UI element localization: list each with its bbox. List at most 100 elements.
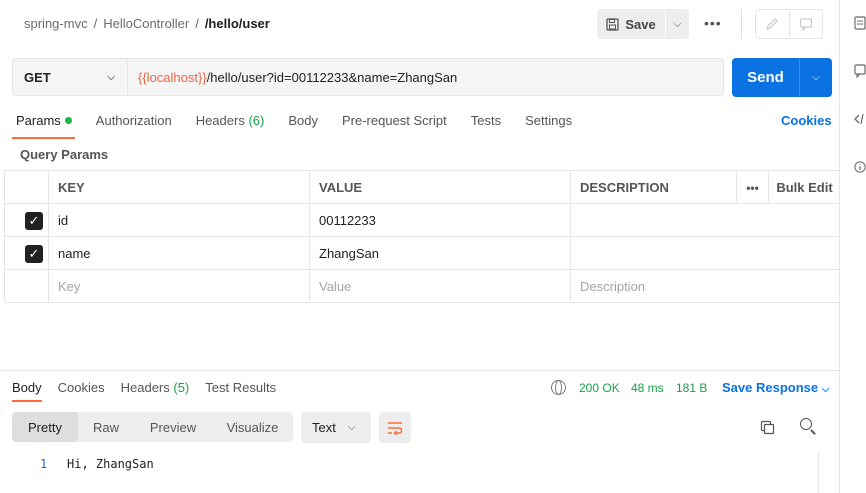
- column-options-button[interactable]: •••: [736, 171, 768, 204]
- globe-icon[interactable]: [551, 380, 566, 395]
- copy-icon[interactable]: [760, 420, 775, 438]
- tab-response-body[interactable]: Body: [12, 380, 42, 395]
- tab-label: Headers: [120, 380, 170, 395]
- new-key-input[interactable]: Key: [48, 270, 309, 303]
- tab-pre-request-script[interactable]: Pre-request Script: [342, 113, 447, 128]
- save-response-button[interactable]: Save Response ⌵: [722, 380, 829, 395]
- active-tab-indicator: [12, 137, 75, 139]
- search-icon[interactable]: [800, 418, 812, 430]
- divider: [741, 9, 742, 39]
- table-row: ✓ id 00112233: [5, 204, 840, 237]
- tab-response-headers[interactable]: Headers (5): [121, 380, 190, 395]
- send-options-button[interactable]: ⌵: [799, 58, 832, 97]
- table-row-new: Key Value Description: [5, 270, 840, 303]
- request-tabs: Params Authorization Headers (6) Body Pr…: [16, 113, 596, 128]
- tab-authorization[interactable]: Authorization: [96, 113, 172, 128]
- tab-count: (6): [248, 113, 265, 128]
- code-line: Hi, ZhangSan: [67, 457, 154, 471]
- response-tabs: Body Cookies Headers (5) Test Results: [12, 380, 292, 395]
- checkmark-icon: ✓: [28, 246, 40, 261]
- view-mode-toggle: [755, 9, 823, 39]
- tab-label: Pre-request Script: [341, 113, 447, 128]
- param-value-input[interactable]: 00112233: [309, 204, 570, 237]
- format-pretty[interactable]: Pretty: [12, 412, 78, 442]
- param-description-input[interactable]: [570, 204, 736, 237]
- url-input[interactable]: {{localhost}}/hello/user?id=00112233&nam…: [128, 58, 724, 96]
- breadcrumb-collection[interactable]: spring-mvc: [24, 16, 88, 31]
- comments-icon[interactable]: [854, 64, 866, 79]
- response-divider[interactable]: [0, 370, 840, 371]
- wrap-lines-button[interactable]: [379, 412, 411, 443]
- url-path: /hello/user?id=00112233&name=ZhangSan: [206, 69, 458, 85]
- save-options-button[interactable]: ⌵: [665, 9, 689, 39]
- chevron-down-icon: ⌵: [812, 72, 820, 83]
- breadcrumb: spring-mvc / HelloController / /hello/user: [24, 16, 270, 31]
- tab-count: (5): [173, 380, 190, 395]
- tab-headers[interactable]: Headers (6): [196, 113, 265, 128]
- query-params-title: Query Params: [20, 147, 109, 162]
- more-actions-button[interactable]: •••: [704, 15, 722, 31]
- tab-body[interactable]: Body: [288, 113, 318, 128]
- param-description-input[interactable]: [570, 237, 736, 270]
- comment-icon[interactable]: [788, 10, 823, 38]
- save-label: Save: [625, 16, 656, 32]
- format-selector: Pretty Raw Preview Visualize: [12, 412, 293, 442]
- format-preview[interactable]: Preview: [134, 412, 212, 442]
- format-visualize[interactable]: Visualize: [212, 412, 293, 442]
- content-type-select[interactable]: Text ⌵: [301, 412, 371, 443]
- send-button[interactable]: Send: [732, 58, 799, 97]
- tab-label: Params: [16, 113, 61, 128]
- column-header-value: VALUE: [309, 171, 570, 204]
- save-response-label: Save Response: [722, 380, 819, 395]
- table-row: ✓ name ZhangSan: [5, 237, 840, 270]
- tab-test-results[interactable]: Test Results: [205, 380, 276, 395]
- save-group: Save ⌵: [597, 9, 689, 39]
- response-time[interactable]: 48 ms: [631, 381, 664, 395]
- tab-params[interactable]: Params: [16, 113, 72, 128]
- tab-settings[interactable]: Settings: [525, 113, 572, 128]
- content-type-label: Text: [312, 420, 336, 435]
- url-variable: {{localhost}}: [138, 69, 207, 85]
- chevron-down-icon: ⌵: [107, 71, 115, 83]
- line-number: 1: [40, 457, 48, 471]
- cookies-link[interactable]: Cookies: [781, 113, 832, 128]
- breadcrumb-separator: /: [195, 16, 199, 31]
- tab-tests[interactable]: Tests: [471, 113, 501, 128]
- format-raw[interactable]: Raw: [78, 412, 134, 442]
- right-sidebar: [840, 0, 866, 493]
- request-panel: spring-mvc / HelloController / /hello/user S…: [0, 0, 840, 493]
- code-icon[interactable]: [854, 112, 866, 126]
- new-description-input[interactable]: Description: [570, 270, 736, 303]
- info-icon[interactable]: [854, 160, 866, 174]
- tab-response-cookies[interactable]: Cookies: [58, 380, 105, 395]
- param-key-input[interactable]: id: [48, 204, 309, 237]
- breadcrumb-request[interactable]: /hello/user: [205, 16, 270, 31]
- tab-label: Settings: [525, 113, 573, 128]
- response-body-editor[interactable]: 1 Hi, ZhangSan: [0, 453, 820, 493]
- method-label: GET: [24, 69, 51, 85]
- response-size[interactable]: 181 B: [676, 381, 707, 395]
- checkmark-icon: ✓: [28, 213, 40, 228]
- edit-pencil-icon[interactable]: [756, 10, 789, 38]
- tab-label: Authorization: [95, 113, 172, 128]
- param-checkbox[interactable]: ✓: [25, 245, 43, 263]
- postman-window: spring-mvc / HelloController / /hello/user S…: [0, 0, 866, 493]
- breadcrumb-separator: /: [93, 16, 98, 31]
- breadcrumb-folder[interactable]: HelloController: [103, 16, 189, 31]
- param-key-input[interactable]: name: [48, 237, 309, 270]
- method-select[interactable]: GET ⌵: [12, 58, 128, 96]
- documentation-icon[interactable]: [854, 16, 866, 30]
- editor-scrollbar[interactable]: [818, 453, 830, 493]
- param-checkbox[interactable]: ✓: [25, 212, 43, 230]
- params-indicator-dot: [64, 117, 72, 124]
- save-button[interactable]: Save: [597, 9, 665, 39]
- active-tab-indicator: [12, 400, 42, 402]
- bulk-edit-button[interactable]: Bulk Edit: [768, 171, 840, 204]
- status-code[interactable]: 200 OK: [579, 381, 620, 395]
- param-value-input[interactable]: ZhangSan: [309, 237, 570, 270]
- tab-label: Headers: [195, 113, 245, 128]
- wrap-lines-icon: [388, 421, 403, 435]
- column-header-key: KEY: [48, 171, 309, 204]
- new-value-input[interactable]: Value: [309, 270, 570, 303]
- chevron-down-icon: ⌵: [347, 422, 356, 433]
